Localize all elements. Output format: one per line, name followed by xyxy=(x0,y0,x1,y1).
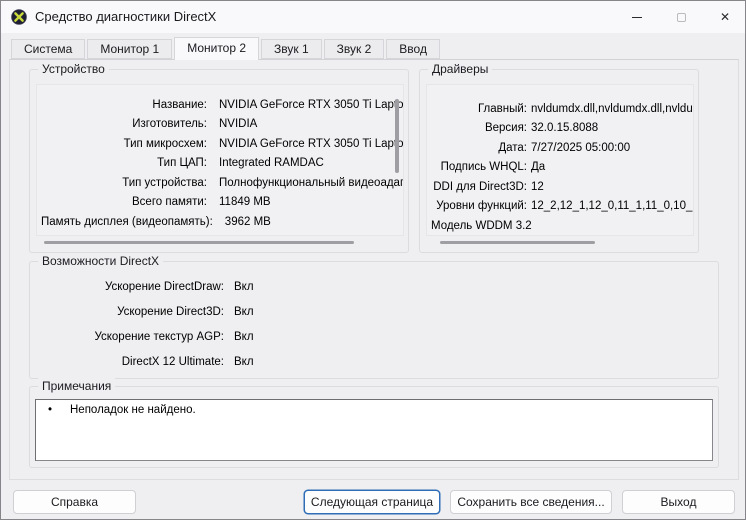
device-group-title: Устройство xyxy=(38,61,109,77)
device-group: Устройство Название: NVIDIA GeForce RTX … xyxy=(29,69,409,253)
close-icon: ✕ xyxy=(720,11,730,23)
next-page-button[interactable]: Следующая страница xyxy=(304,490,440,514)
field-label: Тип устройства: xyxy=(41,177,207,189)
field-label: Уровни функций: xyxy=(431,200,527,212)
field-value: Вкл xyxy=(234,356,254,368)
field-label: Версия: xyxy=(431,122,527,134)
device-info-panel: Название: NVIDIA GeForce RTX 3050 Ti Lap… xyxy=(36,84,404,236)
tab[interactable]: Монитор 2 xyxy=(174,37,259,60)
drivers-group: Драйверы Главный: nvldumdx.dll,nvldumdx.… xyxy=(419,69,699,253)
field-label: Модель WDDM 3.2 xyxy=(431,220,532,232)
tab-label: Звук 1 xyxy=(274,42,309,56)
driver-info-row: Дата: 7/27/2025 05:00:00 xyxy=(431,138,689,158)
maximize-button xyxy=(659,1,703,33)
driver-info-row: Модель WDDM 3.2 xyxy=(431,216,689,236)
field-label: Ускорение текстур AGP: xyxy=(38,331,224,343)
directx-features-group: Возможности DirectX Ускорение DirectDraw… xyxy=(29,261,719,379)
device-info-row: Тип ЦАП: Integrated RAMDAC xyxy=(41,154,399,174)
notes-group: Примечания • Неполадок не найдено. xyxy=(29,386,719,468)
field-value: 11849 MB xyxy=(219,196,271,208)
tab[interactable]: Ввод xyxy=(386,39,440,59)
field-label: Подпись WHQL: xyxy=(431,161,527,173)
directx-features-title: Возможности DirectX xyxy=(38,253,163,269)
exit-button[interactable]: Выход xyxy=(622,490,735,514)
tab[interactable]: Звук 2 xyxy=(324,39,385,59)
field-value: Полнофункциональный видеоадапт xyxy=(219,177,404,189)
dxdiag-window: Средство диагностики DirectX ✕ Система М… xyxy=(0,0,746,520)
field-label: Всего памяти: xyxy=(41,196,207,208)
field-value: 7/27/2025 05:00:00 xyxy=(531,142,630,154)
field-label: Память дисплея (видеопамять): xyxy=(41,216,213,228)
minimize-button[interactable] xyxy=(615,1,659,33)
note-text: Неполадок не найдено. xyxy=(70,404,196,416)
tab-label: Ввод xyxy=(399,42,427,56)
field-label: Изготовитель: xyxy=(41,118,207,130)
maximize-icon xyxy=(677,13,686,22)
drivers-horizontal-scrollbar-thumb[interactable] xyxy=(440,241,595,244)
close-button[interactable]: ✕ xyxy=(703,1,746,33)
field-value: 12 xyxy=(531,181,544,193)
minimize-icon xyxy=(632,17,642,18)
tab[interactable]: Монитор 1 xyxy=(87,39,172,59)
device-info-row: Память дисплея (видеопамять): 3962 MB xyxy=(41,212,399,232)
field-value: Integrated RAMDAC xyxy=(219,157,324,169)
tab[interactable]: Система xyxy=(11,39,85,59)
device-vertical-scrollbar-thumb[interactable] xyxy=(395,99,399,173)
field-value: NVIDIA xyxy=(219,118,257,130)
tab-label: Монитор 1 xyxy=(100,42,159,56)
field-value: Вкл xyxy=(234,281,254,293)
field-label: DirectX 12 Ultimate: xyxy=(38,356,224,368)
driver-info-row: Уровни функций: 12_2,12_1,12_0,11_1,11_0… xyxy=(431,197,689,217)
field-label: Главный: xyxy=(431,103,527,115)
tab-label: Звук 2 xyxy=(337,42,372,56)
tab[interactable]: Звук 1 xyxy=(261,39,322,59)
feature-row: Ускорение Direct3D: Вкл xyxy=(38,299,710,324)
field-label: Тип микросхем: xyxy=(41,138,207,150)
notes-group-title: Примечания xyxy=(38,378,115,394)
field-value: NVIDIA GeForce RTX 3050 Ti Laptop G xyxy=(219,99,404,111)
driver-info-row: Версия: 32.0.15.8088 xyxy=(431,119,689,139)
field-value: nvldumdx.dll,nvldumdx.dll,nvldumdx.d xyxy=(531,103,694,115)
feature-row: Ускорение DirectDraw: Вкл xyxy=(38,274,710,299)
device-info-row: Тип микросхем: NVIDIA GeForce RTX 3050 T… xyxy=(41,134,399,154)
save-all-info-button[interactable]: Сохранить все сведения... xyxy=(450,490,612,514)
driver-info-row: Главный: nvldumdx.dll,nvldumdx.dll,nvldu… xyxy=(431,99,689,119)
features-list: Ускорение DirectDraw: Вкл Ускорение Dire… xyxy=(38,274,710,374)
note-item: • Неполадок не найдено. xyxy=(36,400,712,416)
field-value: NVIDIA GeForce RTX 3050 Ti Laptop G xyxy=(219,138,404,150)
device-info-row: Тип устройства: Полнофункциональный виде… xyxy=(41,173,399,193)
field-value: 32.0.15.8088 xyxy=(531,122,598,134)
tab-label: Монитор 2 xyxy=(187,41,246,55)
tab-strip: Система Монитор 1 Монитор 2 Звук 1 Звук … xyxy=(11,37,442,60)
field-value: Вкл xyxy=(234,331,254,343)
device-info-row: Название: NVIDIA GeForce RTX 3050 Ti Lap… xyxy=(41,95,399,115)
drivers-group-title: Драйверы xyxy=(428,61,492,77)
drivers-info-panel: Главный: nvldumdx.dll,nvldumdx.dll,nvldu… xyxy=(426,84,694,236)
notes-box[interactable]: • Неполадок не найдено. xyxy=(35,399,713,461)
field-label: Название: xyxy=(41,99,207,111)
window-title: Средство диагностики DirectX xyxy=(35,1,216,33)
feature-row: Ускорение текстур AGP: Вкл xyxy=(38,324,710,349)
field-label: DDI для Direct3D: xyxy=(431,181,527,193)
directx-app-icon xyxy=(11,9,27,25)
driver-info-row: Подпись WHQL: Да xyxy=(431,158,689,178)
feature-row: DirectX 12 Ultimate: Вкл xyxy=(38,349,710,374)
field-value: 3962 MB xyxy=(225,216,271,228)
device-horizontal-scrollbar-thumb[interactable] xyxy=(44,241,354,244)
field-value: Да xyxy=(531,161,545,173)
help-button[interactable]: Справка xyxy=(13,490,136,514)
field-value: 12_2,12_1,12_0,11_1,11_0,10_1,10_ xyxy=(531,200,694,212)
tab-label: Система xyxy=(24,42,72,56)
field-label: Ускорение Direct3D: xyxy=(38,306,224,318)
field-label: Тип ЦАП: xyxy=(41,157,207,169)
field-value: Вкл xyxy=(234,306,254,318)
field-label: Ускорение DirectDraw: xyxy=(38,281,224,293)
bullet-icon: • xyxy=(48,404,70,416)
field-label: Дата: xyxy=(431,142,527,154)
device-info-row: Изготовитель: NVIDIA xyxy=(41,115,399,135)
driver-info-row: DDI для Direct3D: 12 xyxy=(431,177,689,197)
device-info-row: Всего памяти: 11849 MB xyxy=(41,193,399,213)
titlebar: Средство диагностики DirectX ✕ xyxy=(1,1,745,33)
